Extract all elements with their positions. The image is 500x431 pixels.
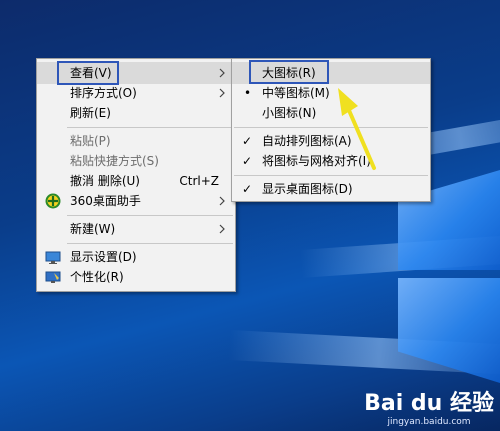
personalize-icon (45, 271, 61, 283)
watermark-url: jingyan.baidu.com (387, 417, 471, 427)
menu-separator (67, 127, 233, 128)
highlight-box (249, 60, 329, 84)
menu-item-label: 个性化(R) (70, 270, 124, 284)
360-assistant-icon (45, 193, 61, 209)
checkmark-icon: ✓ (242, 182, 253, 196)
menu-item-label: 360桌面助手 (70, 194, 141, 208)
menu-item-label: 新建(W) (70, 222, 116, 236)
menu-item-label: 刷新(E) (70, 106, 111, 120)
menu-item-paste-shortcut[interactable]: 粘贴快捷方式(S) (37, 150, 235, 172)
menu-item-undo-delete[interactable]: 撤消 删除(U) Ctrl+Z (37, 170, 235, 192)
chevron-right-icon (219, 224, 225, 234)
menu-item-sort[interactable]: 排序方式(O) (37, 82, 235, 104)
chevron-right-icon (219, 68, 225, 78)
radio-dot-icon: • (244, 86, 252, 100)
chevron-right-icon (219, 88, 225, 98)
menu-item-label: 小图标(N) (262, 106, 317, 120)
menu-item-label: 粘贴(P) (70, 134, 111, 148)
chevron-right-icon (219, 196, 225, 206)
submenu-item-show-desktop-icons[interactable]: ✓ 显示桌面图标(D) (232, 178, 430, 200)
display-settings-icon (45, 251, 61, 264)
menu-item-personalize[interactable]: 个性化(R) (37, 266, 235, 288)
menu-item-refresh[interactable]: 刷新(E) (37, 102, 235, 124)
menu-item-label: 显示桌面图标(D) (262, 182, 353, 196)
menu-item-label: 中等图标(M) (262, 86, 330, 100)
baidu-jingyan-watermark: Bai du 经验 jingyan.baidu.com (364, 385, 494, 427)
checkmark-icon: ✓ (242, 154, 253, 168)
menu-item-360-assistant[interactable]: 360桌面助手 (37, 190, 235, 212)
annotation-arrow-icon (338, 88, 376, 170)
watermark-brand: Bai du 经验 (364, 391, 494, 416)
menu-item-label: 排序方式(O) (70, 86, 137, 100)
menu-separator (234, 175, 428, 176)
menu-separator (67, 215, 233, 216)
menu-item-paste[interactable]: 粘贴(P) (37, 130, 235, 152)
checkmark-icon: ✓ (242, 134, 253, 148)
menu-item-label: 显示设置(D) (70, 250, 137, 264)
shortcut-text: Ctrl+Z (179, 174, 219, 188)
highlight-box (57, 61, 119, 85)
desktop-context-menu: 查看(V) 排序方式(O) 刷新(E) 粘贴(P) 粘贴快捷方式(S) 撤消 删… (36, 58, 236, 292)
menu-separator (67, 243, 233, 244)
menu-item-label: 粘贴快捷方式(S) (70, 154, 159, 168)
menu-item-display-settings[interactable]: 显示设置(D) (37, 246, 235, 268)
menu-item-new[interactable]: 新建(W) (37, 218, 235, 240)
menu-item-label: 撤消 删除(U) (70, 174, 140, 188)
